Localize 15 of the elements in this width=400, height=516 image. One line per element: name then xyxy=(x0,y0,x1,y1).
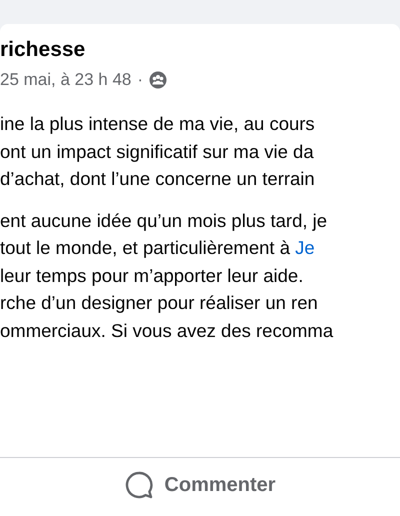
post-text-line: ommerciaux. Si vous avez des recomma xyxy=(0,318,334,342)
post-text-line: leur temps pour m’apporter leur aide. xyxy=(0,264,304,288)
post-text-line: tout le monde, et particulièrement à Je xyxy=(0,236,315,260)
author-name[interactable]: richesse xyxy=(0,38,86,62)
post-text-line: ent aucune idée qu’un mois plus tard, je xyxy=(0,208,328,233)
post-time[interactable]: 25 mai, à 23 h 48 xyxy=(0,70,132,90)
comment-icon xyxy=(124,470,154,500)
post-text-line: ine la plus intense de ma vie, au cours xyxy=(0,112,315,136)
mention-link[interactable]: Je xyxy=(295,237,315,258)
post-text-line: d’achat, dont l’une concerne un terrain xyxy=(0,167,315,191)
separator: · xyxy=(137,70,144,90)
audience-icon[interactable] xyxy=(149,71,168,89)
comment-button[interactable]: Commenter xyxy=(116,466,284,504)
post-text-line: rche d’un designer pour réaliser un ren xyxy=(0,291,318,315)
post-text-line: ont un impact significatif sur ma vie da xyxy=(0,140,314,164)
